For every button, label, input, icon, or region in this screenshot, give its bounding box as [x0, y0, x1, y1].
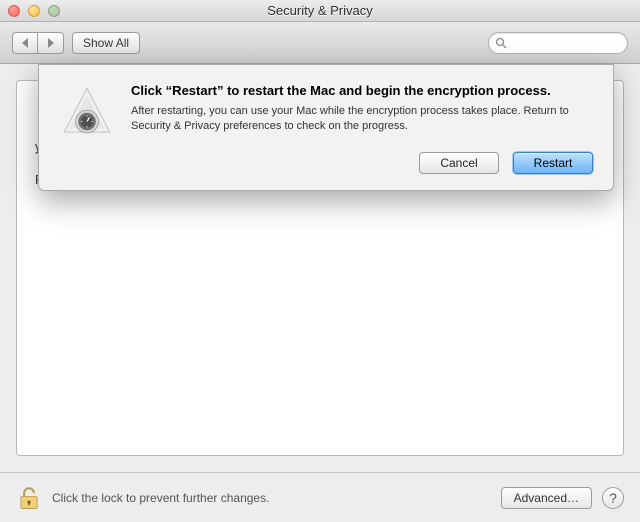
- forward-icon: [47, 38, 55, 48]
- back-icon: [21, 38, 29, 48]
- search-input[interactable]: [511, 36, 627, 50]
- search-icon: [495, 37, 507, 49]
- toolbar: Show All: [0, 22, 640, 64]
- lock-text: Click the lock to prevent further change…: [52, 491, 491, 505]
- restart-button[interactable]: Restart: [513, 152, 593, 174]
- close-window-button[interactable]: [8, 5, 20, 17]
- unlock-icon[interactable]: [16, 485, 42, 511]
- sheet-title: Click “Restart” to restart the Mac and b…: [131, 83, 593, 98]
- advanced-button[interactable]: Advanced…: [501, 487, 592, 509]
- sheet-message: After restarting, you can use your Mac w…: [131, 104, 593, 134]
- window-controls: [0, 5, 60, 17]
- filevault-dial-icon: [59, 83, 115, 139]
- search-field[interactable]: [488, 32, 628, 54]
- sheet-buttons: Cancel Restart: [131, 152, 593, 174]
- sheet-body: Click “Restart” to restart the Mac and b…: [131, 83, 593, 174]
- help-button[interactable]: ?: [602, 487, 624, 509]
- show-all-label: Show All: [83, 36, 129, 50]
- titlebar: Security & Privacy: [0, 0, 640, 22]
- cancel-button[interactable]: Cancel: [419, 152, 499, 174]
- nav-buttons: [12, 32, 64, 54]
- minimize-window-button[interactable]: [28, 5, 40, 17]
- help-icon: ?: [609, 490, 617, 506]
- restart-sheet: Click “Restart” to restart the Mac and b…: [38, 64, 614, 191]
- show-all-button[interactable]: Show All: [72, 32, 140, 54]
- zoom-window-button[interactable]: [48, 5, 60, 17]
- forward-button[interactable]: [38, 32, 64, 54]
- bottom-bar: Click the lock to prevent further change…: [0, 472, 640, 522]
- back-button[interactable]: [12, 32, 38, 54]
- window-title: Security & Privacy: [267, 3, 372, 18]
